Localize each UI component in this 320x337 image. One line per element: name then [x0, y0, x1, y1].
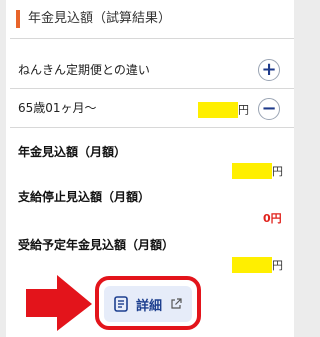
- detail-button[interactable]: 詳細: [104, 286, 192, 322]
- external-link-icon: [171, 298, 182, 309]
- arrow-shape: [26, 275, 92, 331]
- document-icon: [114, 296, 128, 312]
- detail-button-label: 詳細: [135, 298, 162, 314]
